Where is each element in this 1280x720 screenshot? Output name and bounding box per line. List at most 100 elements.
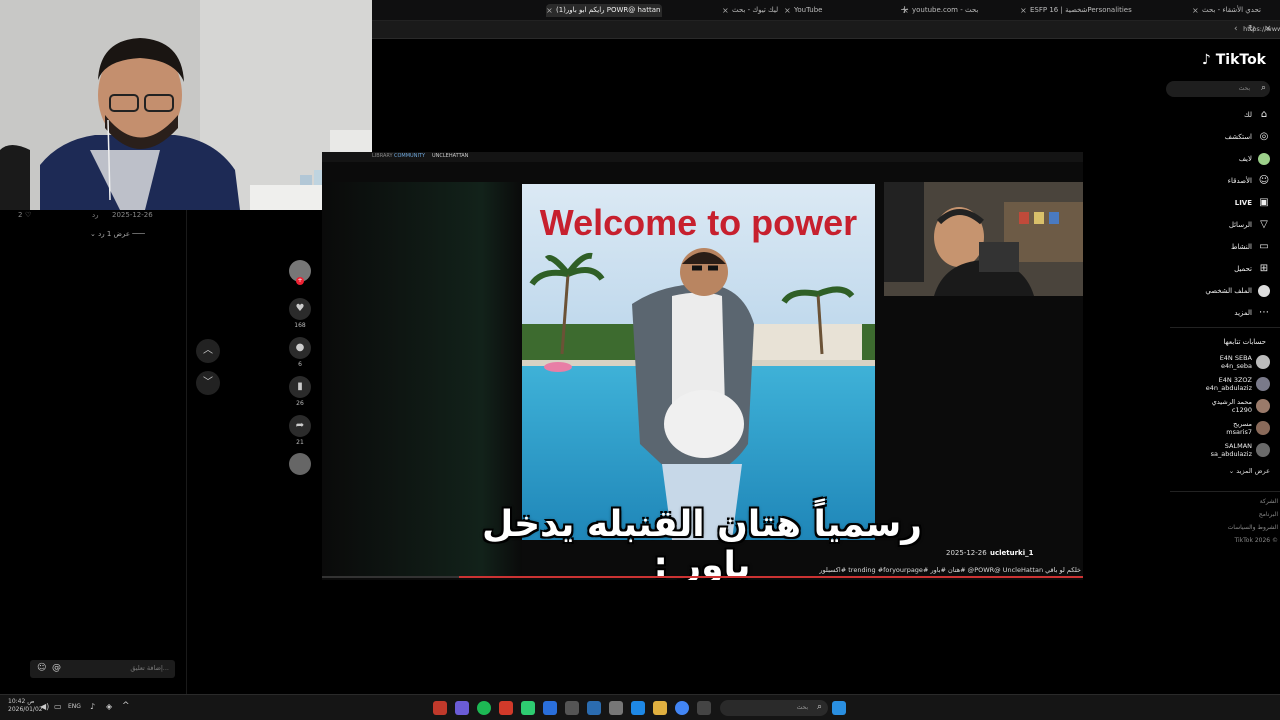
- avatar-icon: [1258, 153, 1270, 165]
- save-button[interactable]: ▮ 26: [288, 376, 312, 407]
- nav-live[interactable]: ▣ LIVE: [1235, 195, 1270, 211]
- profile-icon: [1258, 285, 1270, 297]
- nav-profile[interactable]: الملف الشخصي: [1205, 283, 1270, 299]
- spotify-icon[interactable]: [477, 701, 491, 715]
- previous-video-button[interactable]: ︿: [196, 339, 220, 363]
- close-tab-icon[interactable]: ×: [1020, 4, 1027, 17]
- like-button[interactable]: ♥ 168: [288, 298, 312, 329]
- search-icon[interactable]: ⌕: [1261, 83, 1266, 93]
- edge-icon[interactable]: [631, 701, 645, 715]
- video-date: 2025-12-26: [946, 549, 987, 557]
- chevron-down-icon: ﹀: [203, 377, 213, 388]
- browser-tab[interactable]: × youtube.com - بحث: [902, 4, 1002, 17]
- author-avatar[interactable]: +: [288, 260, 312, 285]
- nav-following[interactable]: لايف: [1239, 151, 1270, 167]
- new-tab-button[interactable]: +: [900, 3, 909, 16]
- browser-tab[interactable]: × تحدي الأشقاء - بحث: [1192, 4, 1278, 17]
- battery-icon[interactable]: ▭: [54, 702, 62, 711]
- close-tab-icon[interactable]: ×: [784, 4, 791, 17]
- nav-friends[interactable]: ☺ الأصدقاء: [1228, 173, 1270, 189]
- app-icon[interactable]: [543, 701, 557, 715]
- language-indicator[interactable]: ENG: [68, 703, 81, 710]
- music-disc[interactable]: [288, 453, 312, 475]
- app-icon[interactable]: [499, 701, 513, 715]
- home-icon: ⌂: [1260, 109, 1268, 120]
- following-account[interactable]: E4N SEBA e4n_seba: [1220, 354, 1270, 370]
- following-account[interactable]: مسريح msaris7: [1226, 420, 1270, 436]
- close-tab-icon[interactable]: ×: [722, 4, 729, 17]
- footer-link[interactable]: الشركة: [1260, 498, 1278, 505]
- mic-icon[interactable]: ♪: [90, 702, 95, 711]
- nav-more[interactable]: ⋯ المزيد: [1234, 305, 1270, 321]
- app-icon[interactable]: [587, 701, 601, 715]
- chrome-icon[interactable]: [675, 701, 689, 715]
- url-field[interactable]: https://www.tiktok.com/@ucleturki_1/vide…: [872, 25, 1280, 33]
- nav-explore[interactable]: ◎ استكشف: [1225, 129, 1270, 145]
- nav-activity[interactable]: ▭ النشاط: [1231, 239, 1270, 255]
- divider: [1170, 491, 1280, 492]
- avatar: [1256, 355, 1270, 369]
- share-button[interactable]: ➦ 21: [288, 415, 312, 446]
- footer-link[interactable]: البرنامج: [1259, 511, 1278, 518]
- video-progress-bar[interactable]: [322, 576, 1083, 578]
- comment-icon: ●: [289, 337, 311, 359]
- next-video-button[interactable]: ﹀: [196, 371, 220, 395]
- footer-link[interactable]: الشروط والسياسات: [1228, 524, 1278, 531]
- view-replies-link[interactable]: ⌄ عرض 1 رد ───: [90, 230, 145, 238]
- chevron-up-icon[interactable]: ^: [122, 701, 130, 711]
- emoji-icon[interactable]: ☺: [37, 663, 46, 673]
- browser-tab-bar: × تحدي الأشقاء - بحث × ESFP شخصية | 16Pers…: [372, 0, 1280, 21]
- nav-upload[interactable]: ⊞ تحميل: [1234, 261, 1270, 277]
- streamer-scene: [884, 182, 1083, 296]
- app-icon[interactable]: [609, 701, 623, 715]
- comments-panel: 2 ♡ رد 2025-12-26 ⌄ عرض 1 رد ─── ☺ @ إضا…: [0, 210, 187, 694]
- search-input[interactable]: ⌕ بحث: [1166, 81, 1270, 97]
- comment-like-count: 2: [18, 211, 23, 219]
- folder-icon[interactable]: [653, 701, 667, 715]
- tiktok-sidebar: ♪ TikTok ⌕ بحث ⌂ لك ◎ استكشف لايف ☺ الأصدقا…: [1160, 39, 1280, 694]
- video-author[interactable]: ucleturki_1: [990, 549, 1034, 557]
- taskbar-search[interactable]: ⌕ بحث: [720, 700, 828, 716]
- windows-start-icon[interactable]: [832, 701, 846, 715]
- add-comment-box[interactable]: ☺ @ إضافة تعليق...: [30, 660, 175, 678]
- comment-button[interactable]: ● 6: [288, 337, 312, 368]
- browser-tab[interactable]: × YouTube: [784, 4, 874, 17]
- taskbar-clock[interactable]: 10:42 ص 2026/01/02: [8, 698, 43, 714]
- inbox-icon: ▭: [1259, 241, 1269, 252]
- following-account[interactable]: محمد الرشيدي c1290: [1212, 398, 1270, 414]
- avatar: [1256, 443, 1270, 457]
- close-tab-icon[interactable]: ×: [1192, 4, 1199, 17]
- app-icon[interactable]: [455, 701, 469, 715]
- reply-link[interactable]: رد: [92, 211, 99, 219]
- network-icon[interactable]: ◈: [106, 702, 112, 711]
- nav-messages[interactable]: ▽ الرسائل: [1229, 217, 1270, 233]
- following-account[interactable]: E4N 3ZOZ e4n_abdulaziz: [1206, 376, 1270, 392]
- task-view-icon[interactable]: [697, 701, 711, 715]
- webcam-overlay: [0, 0, 372, 210]
- browser-tab[interactable]: × ليك تيوك - بحث: [722, 4, 778, 17]
- follow-plus-icon[interactable]: +: [296, 277, 304, 285]
- video-progress-fill: [458, 576, 1083, 578]
- following-account[interactable]: SALMAN sa_abdulaziz: [1211, 442, 1270, 458]
- address-bar: × ↻ ‹ https://www.tiktok.com/@ucleturki_…: [372, 21, 1280, 39]
- tiktok-note-icon: ♪: [1201, 52, 1211, 68]
- close-tab-icon[interactable]: ×: [546, 4, 553, 17]
- browser-tab-active[interactable]: × (1)رايكم ابو باور POWR@ hattan: [546, 4, 662, 17]
- settings-icon[interactable]: [565, 701, 579, 715]
- mention-icon[interactable]: @: [52, 663, 61, 673]
- send-icon: ▽: [1260, 219, 1268, 230]
- live-icon: ▣: [1259, 197, 1269, 208]
- nav-for-you[interactable]: ⌂ لك: [1244, 107, 1270, 123]
- app-icon[interactable]: [433, 701, 447, 715]
- inner-browser-bar: LIBRARY COMMUNITY UNCLEHATTAN: [322, 152, 1083, 162]
- see-more-link[interactable]: ⌄ عرض المزيد: [1229, 467, 1270, 475]
- tiktok-logo[interactable]: ♪ TikTok: [1202, 52, 1266, 68]
- comment-input[interactable]: إضافة تعليق...: [130, 664, 169, 672]
- share-icon: ➦: [289, 415, 311, 437]
- browser-tab[interactable]: × ESFP شخصية | 16Personalities: [1020, 4, 1170, 17]
- volume-icon[interactable]: ◀): [40, 702, 49, 711]
- video-player[interactable]: LIBRARY COMMUNITY UNCLEHATTAN Welcome to…: [322, 152, 1083, 580]
- app-icon[interactable]: [521, 701, 535, 715]
- heart-icon[interactable]: ♡: [25, 211, 31, 219]
- music-disc-icon: [289, 453, 311, 475]
